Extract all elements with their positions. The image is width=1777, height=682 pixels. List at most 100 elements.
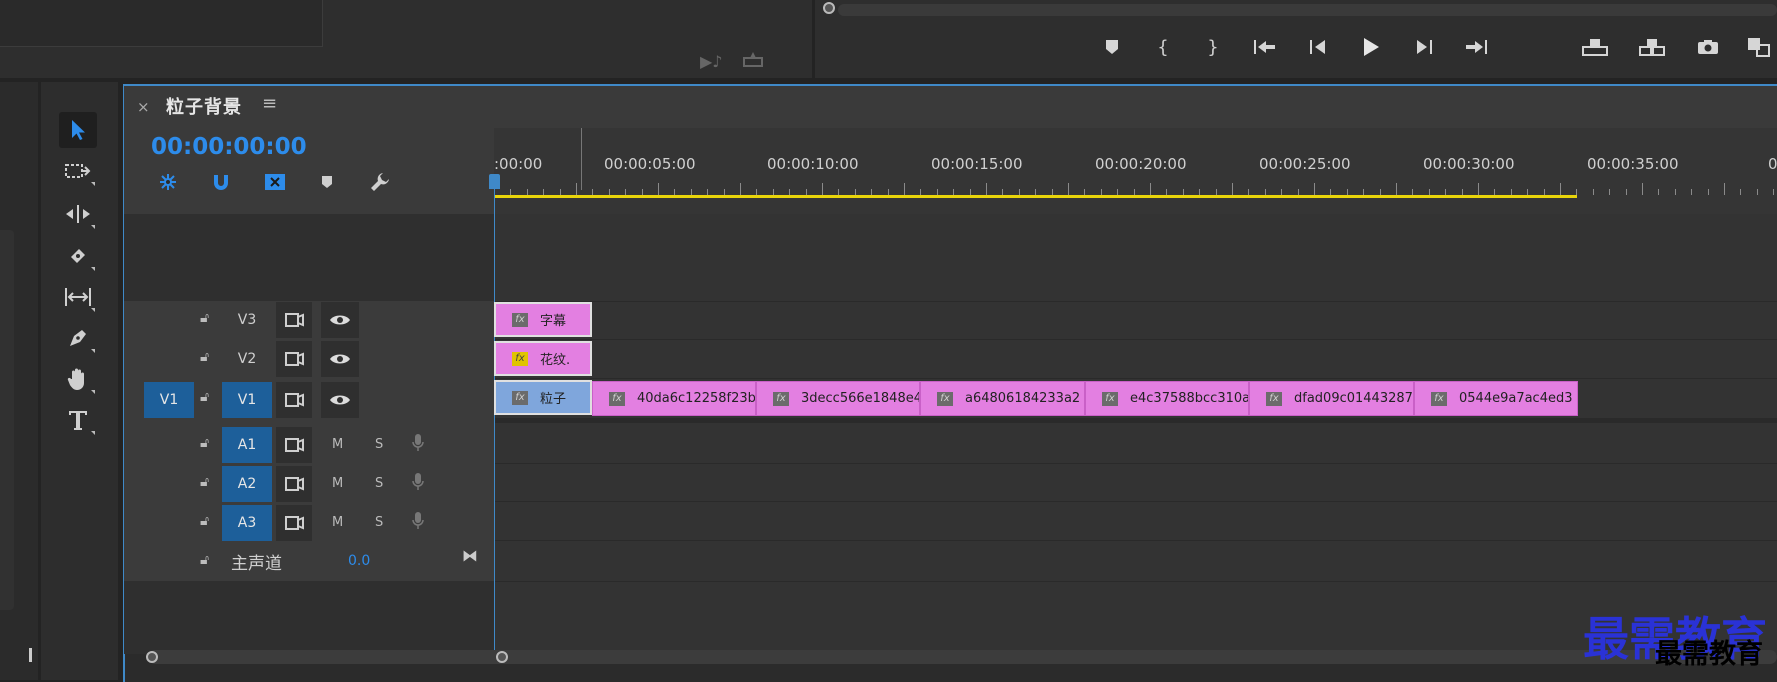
- export-frame-camera-icon[interactable]: [1693, 32, 1723, 62]
- fx-badge-icon: fx: [512, 312, 528, 327]
- track-header-empty-area: [124, 214, 494, 301]
- mute-button[interactable]: M: [332, 515, 343, 530]
- clip-v1-4[interactable]: fx e4c37588bcc310a: [1085, 381, 1249, 416]
- track-target-v1[interactable]: V1: [222, 382, 272, 418]
- step-forward-icon[interactable]: [1409, 32, 1439, 62]
- scrollbar-left-handle[interactable]: [146, 651, 158, 663]
- play-icon[interactable]: [1356, 32, 1386, 62]
- go-to-out-icon[interactable]: [1461, 32, 1491, 62]
- track-lock-icon[interactable]: 🔓︎: [200, 389, 209, 405]
- solo-button[interactable]: S: [375, 476, 383, 491]
- clip-v1-6[interactable]: fx 0544e9a7ac4ed3: [1414, 381, 1578, 416]
- mark-out-icon[interactable]: }: [1198, 32, 1228, 62]
- watermark-text-small: 最需教育: [1655, 639, 1763, 670]
- playhead-line: [494, 176, 495, 654]
- track-divider: [494, 581, 1777, 582]
- track-lock-icon[interactable]: 🔓︎: [200, 474, 209, 490]
- toggle-output-eye-icon[interactable]: [321, 302, 359, 338]
- snap-magnet-icon[interactable]: [207, 170, 235, 194]
- ruler-label: 00:00:05:00: [604, 155, 696, 173]
- ruler-label: 00:00:15:00: [931, 155, 1023, 173]
- fx-badge-icon: fx: [609, 391, 625, 406]
- timeline-settings-wrench-icon[interactable]: [366, 170, 394, 194]
- linked-selection-icon[interactable]: [261, 170, 289, 194]
- toggle-output-eye-icon[interactable]: [321, 382, 359, 418]
- sync-lock-icon[interactable]: [276, 382, 312, 418]
- tools-panel: [41, 82, 118, 680]
- master-track-label: 主声道: [231, 554, 282, 574]
- track-lock-icon[interactable]: 🔓︎: [200, 349, 209, 365]
- export-frame-icon[interactable]: ▶♪: [700, 52, 723, 71]
- track-target-a2[interactable]: A2: [222, 466, 272, 502]
- scrollbar-right-handle[interactable]: [496, 651, 508, 663]
- sync-lock-icon[interactable]: [276, 302, 312, 338]
- tracks-area[interactable]: [494, 214, 1777, 654]
- add-marker-icon[interactable]: [313, 170, 341, 194]
- pen-tool-icon[interactable]: [59, 320, 97, 356]
- nest-sequence-icon[interactable]: [154, 170, 182, 194]
- track-divider: [494, 501, 1777, 502]
- mute-button[interactable]: M: [332, 437, 343, 452]
- clip-v3-0[interactable]: fx 字幕: [494, 302, 592, 337]
- solo-button[interactable]: S: [375, 515, 383, 530]
- monitor-playhead-knob[interactable]: [823, 2, 835, 14]
- monitor-scrub-bar[interactable]: [838, 4, 1777, 16]
- ruler-divider: [581, 128, 582, 190]
- clip-v2-0[interactable]: fx 花纹.: [494, 341, 592, 376]
- close-sequence-button[interactable]: ×: [137, 98, 150, 116]
- toggle-output-eye-icon[interactable]: [321, 341, 359, 377]
- playhead-handle[interactable]: [489, 174, 500, 189]
- ruler-label: 00:00:10:00: [767, 155, 859, 173]
- insert-icon[interactable]: [742, 50, 764, 68]
- clip-v1-3[interactable]: fx a64806184233a2: [920, 381, 1085, 416]
- razor-tool-icon[interactable]: [59, 238, 97, 274]
- voiceover-mic-icon[interactable]: [412, 433, 424, 453]
- selection-tool-icon[interactable]: [59, 112, 97, 148]
- solo-button[interactable]: S: [375, 437, 383, 452]
- go-to-in-icon[interactable]: [1250, 32, 1280, 62]
- comparison-view-icon[interactable]: [1744, 32, 1774, 62]
- step-back-icon[interactable]: [1303, 32, 1333, 62]
- go-to-master-icon[interactable]: ⧓: [462, 546, 478, 565]
- timeline-zoom-scrollbar[interactable]: [148, 650, 1777, 664]
- voiceover-mic-icon[interactable]: [412, 511, 424, 531]
- lift-icon[interactable]: [1580, 32, 1610, 62]
- fx-badge-icon: fx: [1431, 391, 1447, 406]
- add-marker-icon[interactable]: [1097, 32, 1127, 62]
- track-lock-icon[interactable]: 🔓︎: [200, 513, 209, 529]
- track-lock-icon[interactable]: 🔓︎: [200, 435, 209, 451]
- mute-button[interactable]: M: [332, 476, 343, 491]
- ripple-edit-tool-icon[interactable]: [59, 196, 97, 232]
- track-lock-icon[interactable]: 🔓︎: [200, 310, 209, 326]
- clip-v1-0[interactable]: fx 粒子: [494, 380, 592, 415]
- master-volume-value[interactable]: 0.0: [348, 553, 370, 569]
- hand-tool-icon[interactable]: [59, 361, 97, 397]
- track-target-v3[interactable]: V3: [222, 302, 272, 338]
- sync-lock-icon[interactable]: [276, 341, 312, 377]
- sequence-tab-title[interactable]: 粒子背景: [166, 93, 242, 119]
- track-target-a1[interactable]: A1: [222, 427, 272, 463]
- project-panel-scroll[interactable]: [0, 230, 14, 610]
- clip-v1-5[interactable]: fx dfad09c01443287: [1249, 381, 1414, 416]
- work-area-bar[interactable]: [494, 195, 1577, 198]
- panel-menu-icon[interactable]: ≡: [262, 93, 277, 114]
- sync-lock-icon[interactable]: [276, 427, 312, 463]
- track-select-tool-icon[interactable]: [59, 153, 97, 189]
- type-tool-icon[interactable]: [59, 402, 97, 438]
- clip-v1-2[interactable]: fx 3decc566e1848e4: [756, 381, 920, 416]
- track-lock-icon[interactable]: 🔓︎: [200, 552, 209, 568]
- sync-lock-icon[interactable]: [276, 466, 312, 502]
- extract-icon[interactable]: [1637, 32, 1667, 62]
- clip-v1-1[interactable]: fx 40da6c12258f23b: [592, 381, 756, 416]
- ruler-label: :00:00: [494, 155, 543, 173]
- sync-lock-icon[interactable]: [276, 505, 312, 541]
- slip-tool-icon[interactable]: [59, 279, 97, 315]
- fx-badge-icon: fx: [937, 391, 953, 406]
- source-patch-v1[interactable]: V1: [144, 382, 194, 418]
- mark-in-icon[interactable]: {: [1148, 32, 1178, 62]
- playhead-timecode[interactable]: 00:00:00:00: [151, 134, 307, 160]
- track-divider: [494, 540, 1777, 541]
- voiceover-mic-icon[interactable]: [412, 472, 424, 492]
- track-target-a3[interactable]: A3: [222, 505, 272, 541]
- track-target-v2[interactable]: V2: [222, 341, 272, 377]
